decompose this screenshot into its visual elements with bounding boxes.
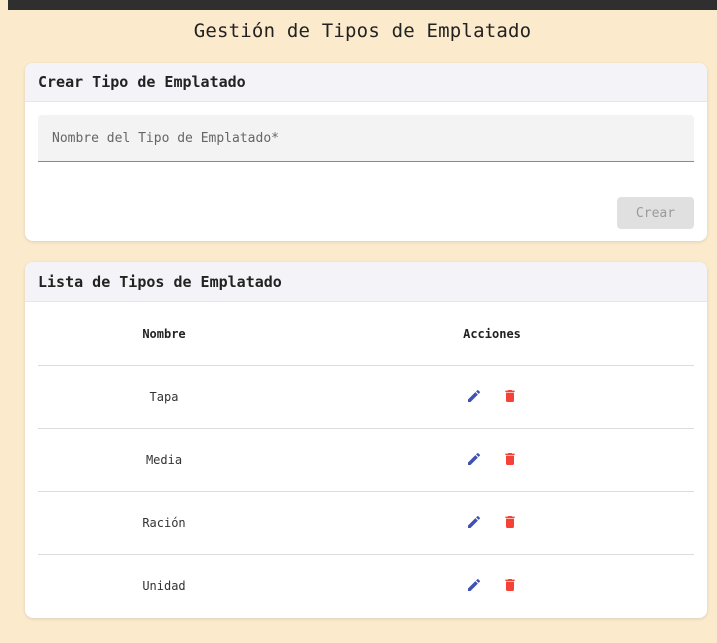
trash-icon[interactable] — [502, 513, 518, 531]
column-header-actions: Acciones — [290, 302, 694, 366]
name-input[interactable] — [38, 115, 694, 161]
page-title: Gestión de Tipos de Emplatado — [193, 20, 532, 42]
row-name: Unidad — [142, 579, 186, 593]
list-card-title: Lista de Tipos de Emplatado — [25, 262, 707, 302]
name-field[interactable] — [38, 115, 694, 162]
create-card: Crear Tipo de Emplatado Crear — [25, 63, 707, 241]
pencil-icon[interactable] — [466, 514, 482, 530]
list-card: Lista de Tipos de Emplatado Nombre Accio… — [25, 262, 707, 618]
pencil-icon[interactable] — [466, 577, 482, 593]
types-table: Nombre Acciones Tapa Media Ración Unidad — [38, 302, 694, 617]
pencil-icon[interactable] — [466, 388, 482, 404]
row-name: Ración — [38, 491, 290, 555]
row-actions — [290, 491, 694, 555]
trash-icon[interactable] — [502, 387, 518, 405]
trash-icon[interactable] — [502, 576, 518, 594]
top-bar — [8, 0, 717, 10]
create-card-title: Crear Tipo de Emplatado — [25, 63, 707, 102]
table-row: Ración — [38, 491, 694, 555]
table-row: Unidad — [38, 555, 694, 618]
table-row: Media — [38, 428, 694, 492]
pencil-icon[interactable] — [466, 451, 482, 467]
column-header-name: Nombre — [38, 302, 290, 366]
row-actions — [290, 428, 694, 492]
table-header-row: Nombre Acciones — [38, 302, 694, 366]
trash-icon[interactable] — [502, 450, 518, 468]
row-actions — [290, 365, 694, 429]
row-name: Media — [38, 428, 290, 492]
table-row: Tapa — [38, 365, 694, 429]
row-name: Tapa — [38, 365, 290, 429]
row-actions — [290, 555, 694, 618]
create-button[interactable]: Crear — [617, 197, 694, 229]
